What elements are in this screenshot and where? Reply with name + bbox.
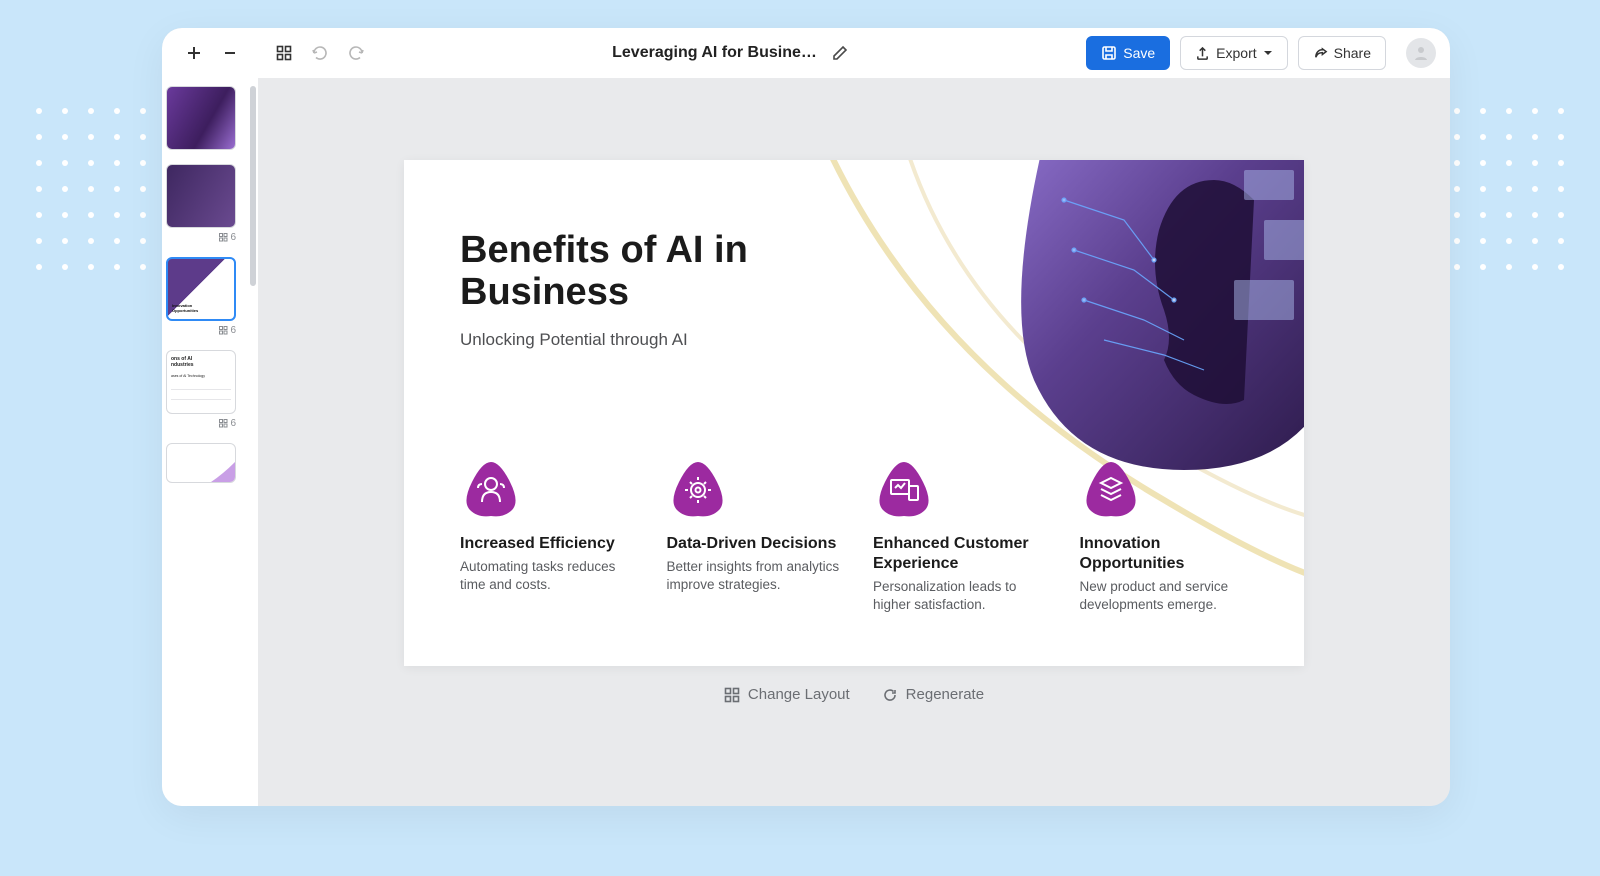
regenerate-button[interactable]: Regenerate: [882, 686, 984, 703]
feature-desc: Automating tasks reduces time and costs.: [460, 558, 645, 594]
share-button[interactable]: Share: [1298, 36, 1386, 70]
slide-subtitle[interactable]: Unlocking Potential through AI: [460, 330, 880, 350]
slide-thumbnail-1[interactable]: [166, 86, 236, 150]
scrollbar-thumb[interactable]: [250, 86, 256, 286]
export-label: Export: [1216, 45, 1256, 61]
toolbar-left: [176, 35, 374, 71]
bg-dots-left: [36, 108, 172, 270]
refresh-icon: [882, 687, 898, 703]
save-label: Save: [1123, 45, 1155, 61]
slide-title[interactable]: Benefits of AI inBusiness: [460, 230, 880, 314]
slide-thumbnail-3[interactable]: InnovationOpportunities: [166, 257, 236, 321]
person-icon: [1412, 44, 1430, 62]
feature-customer[interactable]: Enhanced Customer Experience Personaliza…: [873, 458, 1058, 614]
layout-icon: [724, 687, 740, 703]
grid-view-button[interactable]: [266, 35, 302, 71]
remove-slide-button[interactable]: [212, 35, 248, 71]
feature-data[interactable]: Data-Driven Decisions Better insights fr…: [667, 458, 852, 614]
thumbnail-badge: 6: [219, 325, 240, 336]
save-button[interactable]: Save: [1086, 36, 1170, 70]
canvas-area[interactable]: Benefits of AI inBusiness Unlocking Pote…: [258, 78, 1450, 806]
share-icon: [1313, 46, 1328, 61]
slide-canvas[interactable]: Benefits of AI inBusiness Unlocking Pote…: [404, 160, 1304, 666]
toolbar: Leveraging AI for Busines… Save Export S…: [162, 28, 1450, 78]
feature-title: Data-Driven Decisions: [667, 534, 852, 554]
add-slide-button[interactable]: [176, 35, 212, 71]
redo-button[interactable]: [338, 35, 374, 71]
feature-grid: Increased Efficiency Automating tasks re…: [460, 458, 1264, 614]
hero-illustration: [924, 160, 1304, 500]
person-headset-icon: [460, 458, 522, 520]
grid-icon: [276, 45, 292, 61]
feature-title: Innovation Opportunities: [1080, 534, 1265, 574]
gear-icon: [667, 458, 729, 520]
feature-efficiency[interactable]: Increased Efficiency Automating tasks re…: [460, 458, 645, 614]
feature-title: Enhanced Customer Experience: [873, 534, 1058, 574]
save-icon: [1101, 45, 1117, 61]
slide-thumbnail-2[interactable]: [166, 164, 236, 228]
thumbnail-sidebar[interactable]: 6 InnovationOpportunities 6 ons of AIndu…: [162, 78, 248, 806]
plus-icon: [186, 45, 202, 61]
document-title[interactable]: Leveraging AI for Busines…: [612, 44, 822, 62]
regenerate-label: Regenerate: [906, 686, 984, 703]
feature-innovation[interactable]: Innovation Opportunities New product and…: [1080, 458, 1265, 614]
thumbnail-badge: 6: [219, 232, 240, 243]
export-icon: [1195, 46, 1210, 61]
devices-icon: [873, 458, 935, 520]
change-layout-button[interactable]: Change Layout: [724, 686, 850, 703]
feature-desc: Better insights from analytics improve s…: [667, 558, 852, 594]
chevron-down-icon: [1263, 48, 1273, 58]
slide-actions: Change Layout Regenerate: [724, 686, 984, 703]
user-avatar[interactable]: [1406, 38, 1436, 68]
vertical-scrollbar[interactable]: [248, 78, 258, 806]
minus-icon: [222, 45, 238, 61]
undo-button[interactable]: [302, 35, 338, 71]
feature-desc: Personalization leads to higher satisfac…: [873, 578, 1058, 614]
redo-icon: [347, 44, 365, 62]
layers-icon: [1080, 458, 1142, 520]
thumbnail-badge: 6: [219, 418, 240, 429]
change-layout-label: Change Layout: [748, 686, 850, 703]
feature-desc: New product and service developments eme…: [1080, 578, 1265, 614]
toolbar-center: Leveraging AI for Busines…: [382, 44, 1078, 62]
share-label: Share: [1334, 45, 1371, 61]
toolbar-right: Save Export Share: [1086, 36, 1436, 70]
feature-title: Increased Efficiency: [460, 534, 645, 554]
app-window: Leveraging AI for Busines… Save Export S…: [162, 28, 1450, 806]
slide-thumbnail-4[interactable]: ons of AIndustries ases of AI Technology: [166, 350, 236, 414]
undo-icon: [311, 44, 329, 62]
export-button[interactable]: Export: [1180, 36, 1287, 70]
edit-title-icon[interactable]: [832, 45, 848, 61]
slide-thumbnail-5[interactable]: [166, 443, 236, 483]
